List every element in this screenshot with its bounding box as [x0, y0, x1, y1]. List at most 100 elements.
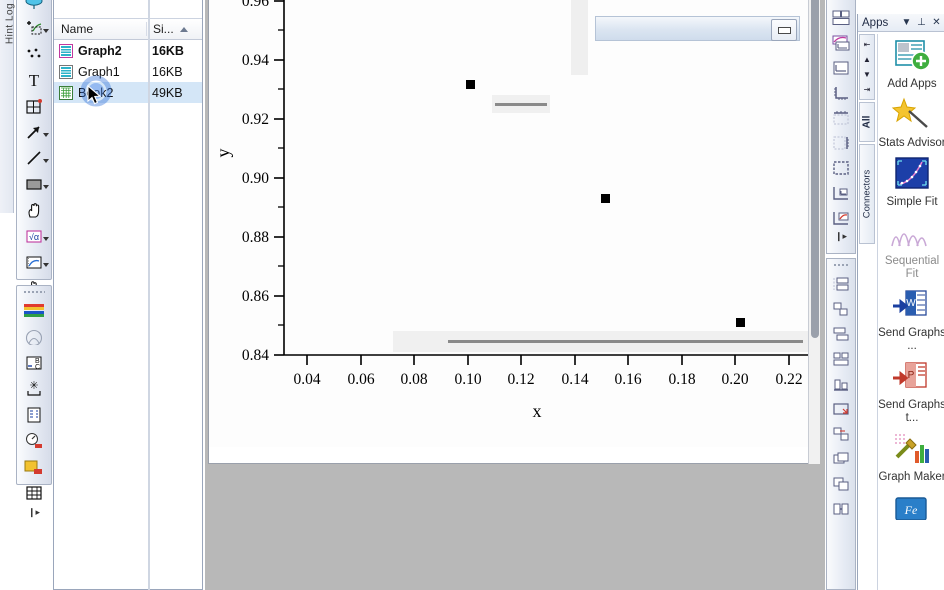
toolbar-overflow-chevron-3[interactable]: ❙▸ — [827, 230, 855, 241]
chevron-down-icon[interactable] — [43, 159, 49, 163]
add-top-x-icon[interactable] — [827, 105, 855, 130]
layer-contents-icon[interactable] — [17, 402, 51, 428]
apps-scroll-nav[interactable]: ⇤ ▲ ▼ ⇥ — [859, 34, 875, 100]
style-toolbar[interactable]: BC ✳ ❙▸ — [16, 285, 52, 517]
apps-panel[interactable]: Apps ▼ ⊥ ✕ ⇤ ▲ ▼ ⇥ All Connectors Add Ap… — [857, 14, 944, 590]
data-reader-icon[interactable] — [17, 41, 51, 67]
floating-toolbar[interactable] — [595, 16, 800, 41]
page-speed-icon[interactable] — [17, 454, 51, 480]
asterisk-bracket-icon[interactable]: ✳ — [17, 376, 51, 402]
file-name-cell[interactable]: Graph2 — [54, 43, 146, 58]
add-inset-graph-icon[interactable] — [827, 180, 855, 205]
rename-icon[interactable]: BC — [17, 350, 51, 376]
add-inset-with-data-icon[interactable] — [827, 205, 855, 230]
stack-layers-icon[interactable] — [827, 321, 855, 346]
data-selector-icon[interactable] — [17, 93, 51, 119]
add-bottom-x-left-y-icon[interactable] — [827, 80, 855, 105]
plot-area[interactable]: 0.96 0.94 0.92 0.90 0.88 0.86 0.84 0.04 … — [209, 0, 809, 447]
add-right-y-icon[interactable] — [827, 130, 855, 155]
hint-log-panel[interactable]: Hint Log — [0, 0, 16, 213]
duplicate-layer-icon[interactable] — [827, 471, 855, 496]
tab-connectors[interactable]: Connectors — [859, 144, 875, 244]
svg-text:0.20: 0.20 — [721, 371, 748, 388]
app-add-apps[interactable]: Add Apps — [878, 34, 944, 91]
chevron-down-icon[interactable] — [43, 237, 49, 241]
column-header-size[interactable]: Si... — [146, 22, 202, 36]
scroll-down-button[interactable]: ▼ — [863, 70, 871, 79]
tab-all[interactable]: All — [859, 102, 875, 142]
swap-layers-icon[interactable] — [827, 421, 855, 446]
text-tool-icon[interactable]: T — [17, 67, 51, 93]
speed-mode-icon[interactable] — [17, 428, 51, 454]
app-send-graphs-ppt[interactable]: P Send Graphs t... — [878, 355, 944, 425]
layer-arrange-toolbar-2[interactable] — [826, 258, 856, 590]
region-tool-icon[interactable] — [17, 249, 51, 275]
toolbar-grip[interactable] — [23, 288, 45, 295]
scroll-top-button[interactable]: ⇤ — [864, 40, 871, 49]
column-header-name[interactable]: Name — [54, 22, 146, 36]
floating-toolbar-mid[interactable] — [492, 95, 550, 113]
apps-close-button[interactable]: ✕ — [929, 17, 944, 28]
scrollbar-thumb[interactable] — [811, 0, 819, 338]
apps-menu-dropdown[interactable]: ▼ — [899, 17, 914, 28]
data-series-B[interactable] — [466, 80, 745, 327]
app-simple-fit[interactable]: Simple Fit — [878, 152, 944, 209]
extract-layers-icon[interactable] — [827, 30, 855, 55]
table-row[interactable]: Book2 49KB — [54, 75, 202, 107]
chevron-down-icon[interactable] — [43, 185, 49, 189]
panel-splitter[interactable] — [148, 0, 150, 590]
layer-management-icon[interactable] — [827, 55, 855, 80]
scroll-bottom-button[interactable]: ⇥ — [864, 85, 871, 94]
app-graph-maker[interactable]: Graph Maker — [878, 427, 944, 484]
data-point[interactable] — [601, 194, 610, 203]
data-point[interactable] — [736, 318, 745, 327]
graph-tools-toolbar[interactable]: T √α ❙▸ — [16, 0, 52, 338]
tile-layers-icon[interactable] — [827, 346, 855, 371]
arrange-layers-grid-icon[interactable] — [827, 5, 855, 30]
regional-select-icon[interactable] — [17, 15, 51, 41]
floating-toolbar-bottom[interactable] — [393, 331, 809, 352]
scroll-up-button[interactable]: ▲ — [863, 55, 871, 64]
line-tool-icon[interactable] — [17, 145, 51, 171]
equation-tool-icon[interactable]: √α — [17, 223, 51, 249]
app-stats-advisor[interactable]: Stats Advisor — [878, 93, 944, 150]
add-all-axes-icon[interactable] — [827, 155, 855, 180]
chevron-down-icon[interactable] — [43, 263, 49, 267]
apps-list[interactable]: Add Apps Stats Advisor Simple Fit Sequen… — [877, 34, 944, 590]
toolbar-overflow-chevron-2[interactable]: ❙▸ — [17, 506, 51, 517]
project-explorer[interactable]: Name Si... Graph2 16KB Graph1 16KB Book2… — [53, 0, 203, 590]
app-partial[interactable]: Fe — [878, 486, 944, 530]
resize-layers-icon[interactable] — [827, 396, 855, 421]
layout-arrange-toolbar[interactable]: ❙▸ — [826, 0, 856, 254]
table-row[interactable]: Graph1 16KB — [54, 61, 202, 82]
align-layers-icon[interactable] — [827, 371, 855, 396]
arrow-tool-icon[interactable] — [17, 119, 51, 145]
restore-window-button[interactable] — [771, 19, 797, 41]
apps-panel-titlebar[interactable]: Apps ▼ ⊥ ✕ — [858, 14, 944, 32]
scatter-plot[interactable]: 0.96 0.94 0.92 0.90 0.88 0.86 0.84 0.04 … — [209, 0, 809, 447]
layer-order-icon[interactable] — [827, 446, 855, 471]
sort-ascending-icon[interactable] — [179, 26, 188, 32]
graph-vertical-scrollbar[interactable] — [808, 0, 820, 464]
link-layers-icon[interactable] — [827, 496, 855, 521]
app-sequential-fit[interactable]: Sequential Fit — [878, 211, 944, 281]
pan-tool-icon[interactable] — [17, 197, 51, 223]
data-point[interactable] — [466, 80, 475, 89]
table-row[interactable]: Graph2 16KB — [54, 40, 202, 61]
graph2-window[interactable]: 0.96 0.94 0.92 0.90 0.88 0.86 0.84 0.04 … — [208, 0, 811, 464]
explorer-column-headers[interactable]: Name Si... — [54, 19, 202, 40]
grid-table-icon[interactable] — [17, 480, 51, 506]
shade-icon[interactable] — [17, 324, 51, 350]
lasso-select-icon[interactable] — [17, 0, 51, 15]
toolbar-grip-2[interactable] — [833, 261, 849, 268]
color-palette-icon[interactable] — [17, 298, 51, 324]
app-send-graphs-word[interactable]: W Send Graphs ... — [878, 283, 944, 353]
vertical-merge-icon[interactable] — [827, 271, 855, 296]
svg-text:0.88: 0.88 — [242, 229, 269, 246]
graph-file-icon — [59, 64, 73, 79]
horizontal-merge-icon[interactable] — [827, 296, 855, 321]
rectangle-tool-icon[interactable] — [17, 171, 51, 197]
chevron-down-icon[interactable] — [43, 29, 49, 33]
chevron-down-icon[interactable] — [43, 133, 49, 137]
apps-pin-button[interactable]: ⊥ — [914, 17, 929, 28]
